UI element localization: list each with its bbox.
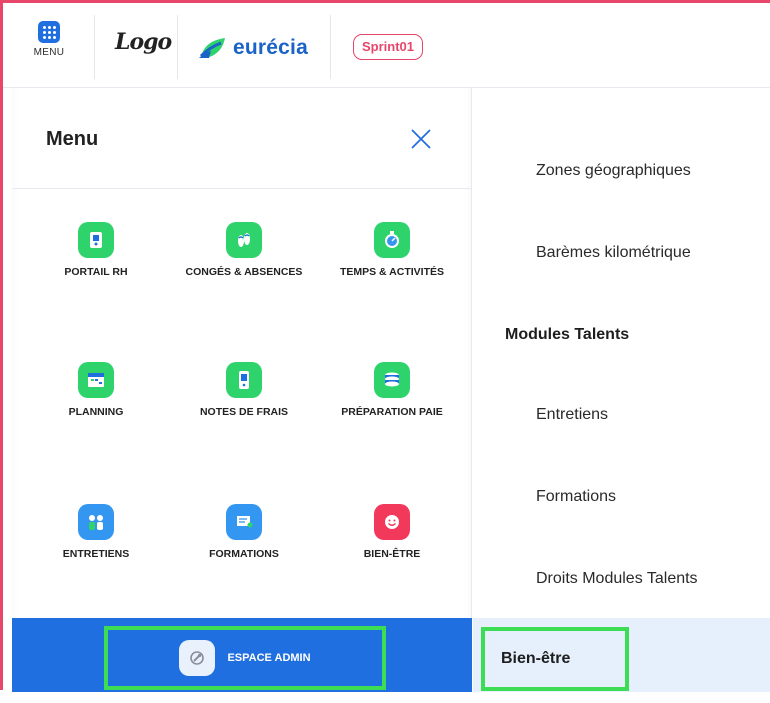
- menu-divider: [12, 188, 472, 189]
- submenu-heading-modules-talents: Modules Talents: [505, 326, 630, 343]
- submenu-item-entretiens[interactable]: Entretiens: [536, 406, 608, 424]
- company-logo[interactable]: Logo: [115, 29, 172, 55]
- tile-bien-etre[interactable]: BIEN-ÊTRE: [332, 504, 452, 559]
- wrench-icon: [179, 640, 216, 676]
- tile-label: CONGÉS & ABSENCES: [185, 266, 303, 278]
- tile-label: TEMPS & ACTIVITÉS: [339, 266, 445, 278]
- tile-label: NOTES DE FRAIS: [199, 406, 289, 418]
- smile-icon: [374, 504, 410, 540]
- espace-admin-label: ESPACE ADMIN: [227, 652, 311, 664]
- tile-label: BIEN-ÊTRE: [363, 548, 421, 560]
- tile-formations[interactable]: FORMATIONS: [184, 504, 304, 559]
- tile-entretiens[interactable]: ENTRETIENS: [36, 504, 156, 559]
- calendar-icon: [78, 362, 114, 398]
- apps-grid-icon: [38, 21, 60, 43]
- tile-label: FORMATIONS: [209, 548, 279, 560]
- phone-receipt-icon: [226, 362, 262, 398]
- coins-icon: [374, 362, 410, 398]
- header-divider: [177, 15, 178, 79]
- tile-label: PORTAIL RH: [64, 266, 128, 278]
- header-divider: [330, 15, 331, 79]
- admin-bar: ESPACE ADMIN: [12, 618, 472, 692]
- menu-button[interactable]: MENU: [24, 21, 74, 73]
- portal-icon: [78, 222, 114, 258]
- sandals-icon: [226, 222, 262, 258]
- header-divider: [94, 15, 95, 79]
- menu-panel: Menu PORTAIL RH CONGÉS & ABSENCES TEMPS …: [12, 88, 472, 692]
- espace-admin-button[interactable]: ESPACE ADMIN: [104, 626, 386, 690]
- submenu-item-baremes-kilometrique[interactable]: Barèmes kilométrique: [536, 244, 691, 262]
- tile-temps-activites[interactable]: TEMPS & ACTIVITÉS: [332, 222, 452, 277]
- tile-notes-de-frais[interactable]: NOTES DE FRAIS: [184, 362, 304, 417]
- brand-name: eurécia: [233, 36, 308, 59]
- window-frame-left: [0, 0, 3, 690]
- eurecia-leaf-icon: [199, 38, 225, 58]
- menu-title: Menu: [46, 128, 99, 150]
- people-icon: [78, 504, 114, 540]
- submenu-item-label: Bien-être: [501, 650, 571, 667]
- highlight-box: Bien-être: [481, 627, 629, 691]
- top-header: MENU Logo eurécia Sprint01: [3, 3, 770, 88]
- tile-label: ENTRETIENS: [62, 548, 130, 560]
- presentation-icon: [226, 504, 262, 540]
- stopwatch-icon: [374, 222, 410, 258]
- submenu-item-droits-modules-talents[interactable]: Droits Modules Talents: [536, 570, 698, 588]
- tile-label: PLANNING: [68, 406, 124, 418]
- tile-preparation-paie[interactable]: PRÉPARATION PAIE: [332, 362, 452, 417]
- admin-submenu: Zones géographiques Barèmes kilométrique…: [473, 88, 770, 692]
- menu-button-label: MENU: [33, 47, 65, 58]
- tile-planning[interactable]: PLANNING: [36, 362, 156, 417]
- tile-conges-absences[interactable]: CONGÉS & ABSENCES: [184, 222, 304, 277]
- close-icon[interactable]: [408, 126, 434, 152]
- brand-logo[interactable]: eurécia: [199, 35, 308, 61]
- tile-portail-rh[interactable]: PORTAIL RH: [36, 222, 156, 277]
- tile-label: PRÉPARATION PAIE: [341, 406, 443, 418]
- submenu-item-zones-geographiques[interactable]: Zones géographiques: [536, 162, 691, 180]
- submenu-item-formations[interactable]: Formations: [536, 488, 616, 506]
- environment-badge: Sprint01: [353, 34, 424, 60]
- submenu-item-bien-etre[interactable]: Bien-être: [473, 618, 770, 692]
